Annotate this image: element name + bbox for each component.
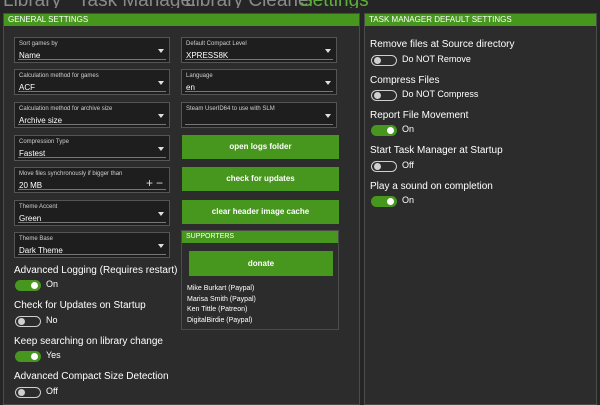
default-compact-label: Default Compact Level bbox=[186, 41, 247, 47]
compression-type-combo[interactable]: Compression Type Fastest bbox=[14, 135, 170, 161]
remove-files-label: Remove files at Source directory bbox=[370, 39, 515, 50]
combo-underline bbox=[18, 254, 166, 255]
combo-underline bbox=[18, 91, 166, 92]
compression-type-label: Compression Type bbox=[19, 139, 69, 145]
supporters-header: SUPPORTERS bbox=[182, 231, 338, 243]
theme-accent-combo[interactable]: Theme Accent Green bbox=[14, 200, 170, 226]
sync-move-label: Move files synchronously if bigger than bbox=[19, 171, 123, 177]
chevron-down-icon bbox=[158, 212, 164, 216]
calc-games-label: Calculation method for games bbox=[19, 73, 99, 79]
sort-games-label: Sort games by bbox=[19, 41, 58, 47]
toggle-state: Off bbox=[402, 160, 414, 170]
general-settings-header: GENERAL SETTINGS bbox=[4, 14, 359, 26]
toggle-state: Do NOT Compress bbox=[402, 89, 479, 99]
combo-underline bbox=[18, 59, 166, 60]
chevron-down-icon bbox=[158, 147, 164, 151]
supporters-panel: SUPPORTERS donate Mike Burkart (Paypal) … bbox=[181, 230, 339, 330]
tab-settings[interactable]: Settings bbox=[300, 0, 369, 8]
main-tabs: Library Task Manager Library Cleaner Set… bbox=[0, 0, 600, 8]
list-item: Ken Tittle (Patreon) bbox=[187, 306, 248, 313]
theme-base-combo[interactable]: Theme Base Dark Theme bbox=[14, 232, 170, 258]
tab-library[interactable]: Library bbox=[3, 0, 61, 8]
keep-searching-label: Keep searching on library change bbox=[14, 336, 163, 347]
play-sound-label: Play a sound on completion bbox=[370, 181, 493, 192]
toggle-knob bbox=[374, 92, 381, 99]
toggle-knob bbox=[18, 318, 25, 325]
toggle-state: On bbox=[402, 195, 415, 205]
combo-underline bbox=[18, 157, 166, 158]
calc-games-combo[interactable]: Calculation method for games ACF bbox=[14, 69, 170, 95]
calc-archive-combo[interactable]: Calculation method for archive size Arch… bbox=[14, 102, 170, 128]
default-compact-level-combo[interactable]: Default Compact Level XPRESS8K bbox=[181, 37, 337, 63]
combo-underline bbox=[18, 189, 166, 190]
toggle-state: No bbox=[46, 315, 58, 325]
toggle-knob bbox=[374, 163, 381, 170]
advanced-logging-label: Advanced Logging (Requires restart) bbox=[14, 265, 178, 276]
combo-underline bbox=[185, 91, 333, 92]
compress-files-label: Compress Files bbox=[370, 75, 440, 86]
toggle-state: Yes bbox=[46, 350, 61, 360]
toggle-knob bbox=[31, 282, 38, 289]
list-item: Marisa Smith (Paypal) bbox=[187, 295, 256, 303]
theme-base-label: Theme Base bbox=[19, 236, 54, 242]
plus-icon[interactable]: + bbox=[146, 176, 153, 190]
toggle-knob bbox=[31, 353, 38, 360]
list-item: Mike Burkart (Paypal) bbox=[187, 285, 255, 292]
combo-underline bbox=[185, 124, 333, 125]
steam-userid-label: Steam UserID64 to use with SLM bbox=[186, 106, 275, 112]
language-combo[interactable]: Language en bbox=[181, 69, 337, 95]
combo-underline bbox=[185, 59, 333, 60]
chevron-down-icon bbox=[158, 244, 164, 248]
sync-move-threshold-field[interactable]: Move files synchronously if bigger than … bbox=[14, 167, 170, 193]
general-settings-panel: GENERAL SETTINGS Sort games by Name Calc… bbox=[3, 13, 360, 405]
steam-userid-combo[interactable]: Steam UserID64 to use with SLM bbox=[181, 102, 337, 128]
chevron-down-icon bbox=[158, 81, 164, 85]
threshold-stepper: + − bbox=[143, 177, 163, 189]
language-label: Language bbox=[186, 73, 213, 79]
sort-games-combo[interactable]: Sort games by Name bbox=[14, 37, 170, 63]
toggle-knob bbox=[374, 57, 381, 64]
chevron-down-icon bbox=[158, 114, 164, 118]
tab-task-manager[interactable]: Task Manager bbox=[78, 0, 197, 8]
chevron-down-icon bbox=[325, 114, 331, 118]
toggle-knob bbox=[18, 389, 25, 396]
toggle-state: On bbox=[46, 279, 59, 289]
chevron-down-icon bbox=[325, 81, 331, 85]
toggle-state: On bbox=[402, 124, 415, 134]
calc-archive-label: Calculation method for archive size bbox=[19, 106, 113, 112]
toggle-knob bbox=[387, 127, 394, 134]
toggle-state: Off bbox=[46, 386, 58, 396]
task-manager-defaults-header: TASK MANAGER DEFAULT SETTINGS bbox=[365, 14, 596, 26]
supporters-list: Mike Burkart (Paypal) Marisa Smith (Payp… bbox=[187, 284, 256, 326]
toggle-knob bbox=[387, 198, 394, 205]
list-item: DigitalBirdie (Paypal) bbox=[187, 316, 253, 324]
start-task-manager-label: Start Task Manager at Startup bbox=[370, 145, 503, 156]
minus-icon[interactable]: − bbox=[156, 176, 163, 190]
clear-header-image-cache-button[interactable]: clear header image cache bbox=[182, 200, 339, 224]
open-logs-folder-button[interactable]: open logs folder bbox=[182, 135, 339, 159]
chevron-down-icon bbox=[158, 49, 164, 53]
toggle-state: Do NOT Remove bbox=[402, 54, 471, 64]
compact-detection-label: Advanced Compact Size Detection bbox=[14, 371, 169, 382]
tab-library-cleaner[interactable]: Library Cleaner bbox=[185, 0, 315, 8]
donate-button[interactable]: donate bbox=[189, 251, 333, 276]
chevron-down-icon bbox=[325, 49, 331, 53]
check-updates-startup-label: Check for Updates on Startup bbox=[14, 300, 146, 311]
report-movement-label: Report File Movement bbox=[370, 110, 469, 121]
check-for-updates-button[interactable]: check for updates bbox=[182, 167, 339, 191]
theme-accent-label: Theme Accent bbox=[19, 204, 58, 210]
task-manager-defaults-panel: TASK MANAGER DEFAULT SETTINGS Remove fil… bbox=[364, 13, 597, 405]
combo-underline bbox=[18, 222, 166, 223]
combo-underline bbox=[18, 124, 166, 125]
